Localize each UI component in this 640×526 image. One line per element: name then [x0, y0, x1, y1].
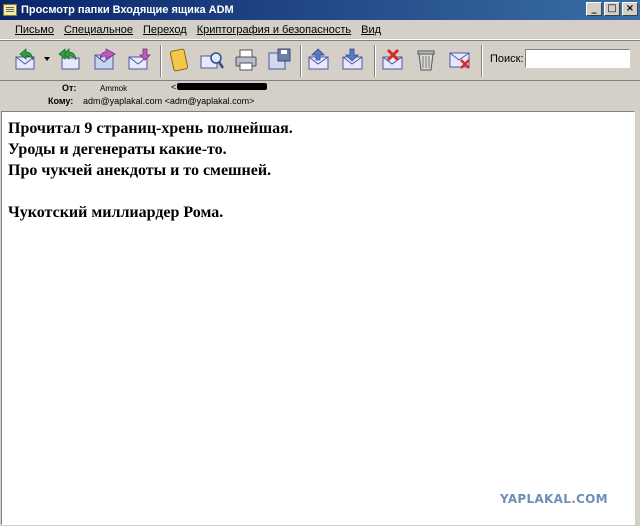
- minimize-button[interactable]: _: [586, 2, 602, 16]
- notes-button[interactable]: [166, 47, 194, 75]
- message-line: Про чукчей анекдоты и то смешней.: [8, 162, 272, 179]
- reply-all-icon: [58, 48, 80, 70]
- print-icon: [235, 49, 257, 71]
- next-button[interactable]: [340, 47, 368, 75]
- toolbar-separator: [300, 45, 302, 77]
- message-body[interactable]: Прочитал 9 страниц-хрень полнейшая. Уроды…: [1, 111, 635, 525]
- from-label: От:: [62, 83, 77, 93]
- message-header: От: Ammok < Кому: adm@yaplakal.com <adm@…: [0, 80, 640, 110]
- message-line: Чукотский миллиардер Рома.: [8, 204, 224, 221]
- search-mail-icon: [200, 52, 225, 69]
- spam-button[interactable]: [447, 47, 475, 75]
- toolbar-separator: [374, 45, 376, 77]
- forward-icon: [94, 48, 116, 70]
- previous-icon: [308, 48, 329, 70]
- search-label: Поиск:: [490, 53, 524, 65]
- menu-letter[interactable]: Письмо: [10, 24, 59, 36]
- delete-mark-icon: [382, 48, 403, 70]
- previous-button[interactable]: [306, 47, 334, 75]
- message-line: Прочитал 9 страниц-хрень полнейшая.: [8, 120, 293, 137]
- reply-button[interactable]: [12, 47, 40, 75]
- message-text: Прочитал 9 страниц-хрень полнейшая. Уроды…: [8, 118, 293, 223]
- reply-all-button[interactable]: [57, 47, 85, 75]
- toolbar-separator: [160, 45, 162, 77]
- message-line: Уроды и дегенераты какие-то.: [8, 141, 227, 158]
- print-button[interactable]: [233, 47, 261, 75]
- trash-icon: [417, 50, 435, 71]
- notes-icon: [169, 48, 189, 72]
- window-controls: _ □ ×: [586, 2, 638, 16]
- reply-icon: [15, 48, 35, 70]
- redacted-address: [177, 83, 267, 90]
- toolbar-separator: [481, 45, 483, 77]
- to-label: Кому:: [48, 96, 74, 106]
- save-icon: [268, 48, 291, 70]
- from-bracket: <: [171, 82, 177, 92]
- watermark: YAPLAKAL.COM: [500, 492, 608, 506]
- close-button[interactable]: ×: [622, 2, 638, 16]
- save-button[interactable]: [266, 47, 294, 75]
- spam-icon: [449, 52, 470, 69]
- search-input[interactable]: [525, 49, 630, 68]
- window-title: Просмотр папки Входящие ящика ADM: [21, 4, 234, 16]
- delete-mark-button[interactable]: [380, 47, 408, 75]
- title-bar[interactable]: Просмотр папки Входящие ящика ADM _ □ ×: [0, 0, 640, 20]
- menu-special[interactable]: Специальное: [59, 24, 138, 36]
- menu-bar: Письмо Специальное Переход Криптография …: [0, 20, 640, 40]
- from-name: Ammok: [100, 84, 128, 93]
- next-icon: [342, 48, 363, 70]
- menu-view[interactable]: Вид: [356, 24, 386, 36]
- move-button[interactable]: [126, 47, 154, 75]
- trash-button[interactable]: [413, 47, 441, 75]
- move-icon: [128, 48, 151, 70]
- forward-button[interactable]: [92, 47, 120, 75]
- message-line: [8, 181, 293, 202]
- menu-go[interactable]: Переход: [138, 24, 192, 36]
- reply-dropdown-icon[interactable]: [44, 57, 50, 61]
- to-value: adm@yaplakal.com <adm@yaplakal.com>: [83, 96, 255, 106]
- search-mail-button[interactable]: [199, 47, 227, 75]
- menu-crypto[interactable]: Криптография и безопасность: [192, 24, 356, 36]
- maximize-button[interactable]: □: [604, 2, 620, 16]
- mail-app-icon: [3, 4, 17, 16]
